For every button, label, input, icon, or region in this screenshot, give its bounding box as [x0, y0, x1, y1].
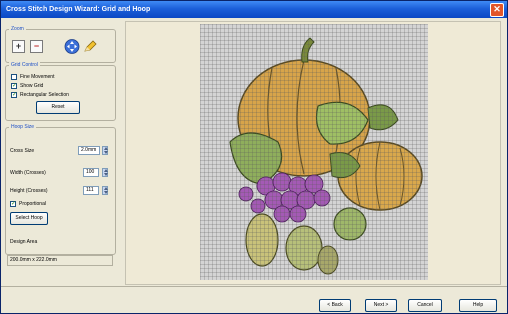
grid-control-legend: Grid Control: [9, 62, 40, 68]
help-button[interactable]: Help: [459, 299, 497, 312]
hoop-size-legend: Hoop Size: [9, 124, 37, 130]
grid-control-group: Grid Control Fine Movement ✓ Show Grid ✓…: [5, 62, 116, 121]
window-title: Cross Stitch Design Wizard: Grid and Hoo…: [6, 6, 151, 13]
settings-panel: Zoom + − Grid Control Fine Movement ✓ Sh…: [3, 21, 120, 281]
reset-button[interactable]: Reset: [36, 101, 80, 114]
move-arrows-icon[interactable]: [64, 39, 80, 54]
back-button[interactable]: < Back: [319, 299, 351, 312]
proportional-checkbox[interactable]: ✓: [10, 201, 16, 207]
select-hoop-button[interactable]: Select Hoop: [10, 212, 48, 225]
show-grid-checkbox[interactable]: ✓: [11, 83, 17, 89]
cross-size-label: Cross Size: [10, 148, 35, 154]
zoom-out-icon[interactable]: −: [30, 40, 43, 53]
rectangular-selection-label: Rectangular Selection: [20, 92, 69, 98]
design-area-label: Design Area: [10, 239, 38, 245]
zoom-group: Zoom + −: [5, 26, 116, 63]
width-label: Width (Crosses): [10, 170, 46, 176]
footer-divider: [1, 286, 507, 287]
height-spinner[interactable]: [102, 186, 108, 195]
pattern-preview-area[interactable]: [125, 21, 501, 285]
width-field[interactable]: 100: [83, 168, 99, 177]
height-field[interactable]: 111: [83, 186, 99, 195]
close-icon[interactable]: ✕: [490, 3, 504, 17]
rectangular-selection-checkbox[interactable]: ✓: [11, 92, 17, 98]
zoom-in-icon[interactable]: +: [12, 40, 25, 53]
cancel-button[interactable]: Cancel: [408, 299, 442, 312]
cross-size-field[interactable]: 2.0mm: [78, 146, 100, 155]
show-grid-label: Show Grid: [20, 83, 44, 89]
proportional-label: Proportional: [19, 201, 46, 207]
pattern-illustration: [200, 24, 428, 280]
wizard-window: Cross Stitch Design Wizard: Grid and Hoo…: [0, 0, 508, 314]
fine-movement-label: Fine Movement: [20, 74, 55, 80]
pattern-grid[interactable]: [200, 24, 428, 280]
pencil-icon[interactable]: [82, 39, 98, 54]
title-bar: Cross Stitch Design Wizard: Grid and Hoo…: [1, 1, 507, 18]
design-area-value: 200.0mm x 222.0mm: [7, 255, 113, 266]
height-label: Height (Crosses): [10, 188, 48, 194]
fine-movement-checkbox[interactable]: [11, 74, 17, 80]
cross-size-spinner[interactable]: [102, 146, 108, 155]
hoop-size-group: Hoop Size Cross Size 2.0mm Width (Crosse…: [5, 124, 116, 255]
next-button[interactable]: Next >: [365, 299, 397, 312]
zoom-legend: Zoom: [9, 26, 26, 32]
width-spinner[interactable]: [102, 168, 108, 177]
